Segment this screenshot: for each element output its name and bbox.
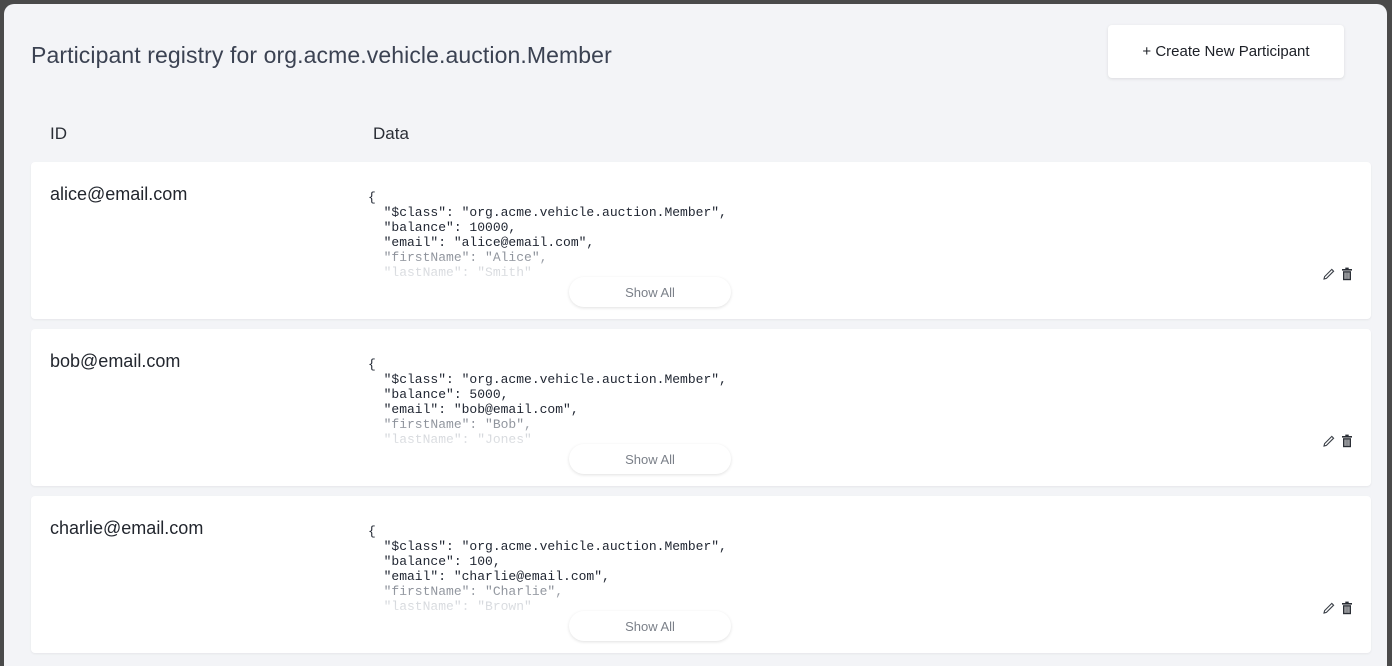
pencil-icon[interactable] <box>1321 433 1337 449</box>
json-line: "balance": 5000, <box>368 387 509 402</box>
trash-icon[interactable] <box>1339 433 1355 449</box>
json-line: "lastName": "Smith" <box>368 265 532 280</box>
create-new-participant-button[interactable]: + Create New Participant <box>1108 25 1344 78</box>
page-title: Participant registry for org.acme.vehicl… <box>31 42 612 68</box>
json-line: "balance": 100, <box>368 554 501 569</box>
pencil-icon[interactable] <box>1321 600 1337 616</box>
json-line: "lastName": "Brown" <box>368 599 532 614</box>
participant-id: bob@email.com <box>50 351 181 371</box>
column-header-id: ID <box>50 124 67 143</box>
json-line: "$class": "org.acme.vehicle.auction.Memb… <box>368 205 727 220</box>
table-row: alice@email.com { "$class": "org.acme.ve… <box>31 162 1371 319</box>
json-line: "firstName": "Alice", <box>368 250 548 265</box>
participant-id: alice@email.com <box>50 184 188 204</box>
show-all-button[interactable]: Show All <box>569 611 731 641</box>
json-line: "email": "alice@email.com", <box>368 235 595 250</box>
show-all-button[interactable]: Show All <box>569 277 731 307</box>
json-line: "$class": "org.acme.vehicle.auction.Memb… <box>368 539 727 554</box>
json-line: "email": "bob@email.com", <box>368 402 579 417</box>
participant-json: { "$class": "org.acme.vehicle.auction.Me… <box>368 190 727 280</box>
trash-icon[interactable] <box>1339 600 1355 616</box>
window-frame: Participant registry for org.acme.vehicl… <box>0 0 1392 666</box>
row-actions <box>1321 433 1357 451</box>
json-line: "email": "charlie@email.com", <box>368 569 610 584</box>
json-line: { <box>368 357 376 372</box>
row-actions <box>1321 266 1357 284</box>
participant-id: charlie@email.com <box>50 518 204 538</box>
table-row: charlie@email.com { "$class": "org.acme.… <box>31 496 1371 653</box>
participant-json: { "$class": "org.acme.vehicle.auction.Me… <box>368 524 727 614</box>
row-actions <box>1321 600 1357 618</box>
table-row: bob@email.com { "$class": "org.acme.vehi… <box>31 329 1371 486</box>
json-line: "balance": 10000, <box>368 220 517 235</box>
json-line: "lastName": "Jones" <box>368 432 532 447</box>
json-line: { <box>368 524 376 539</box>
show-all-button[interactable]: Show All <box>569 444 731 474</box>
json-line: { <box>368 190 376 205</box>
trash-icon[interactable] <box>1339 266 1355 282</box>
pencil-icon[interactable] <box>1321 266 1337 282</box>
json-line: "firstName": "Charlie", <box>368 584 564 599</box>
json-line: "firstName": "Bob", <box>368 417 532 432</box>
registry-panel: Participant registry for org.acme.vehicl… <box>4 4 1387 666</box>
json-line: "$class": "org.acme.vehicle.auction.Memb… <box>368 372 727 387</box>
column-header-data: Data <box>373 124 409 143</box>
participant-json: { "$class": "org.acme.vehicle.auction.Me… <box>368 357 727 447</box>
